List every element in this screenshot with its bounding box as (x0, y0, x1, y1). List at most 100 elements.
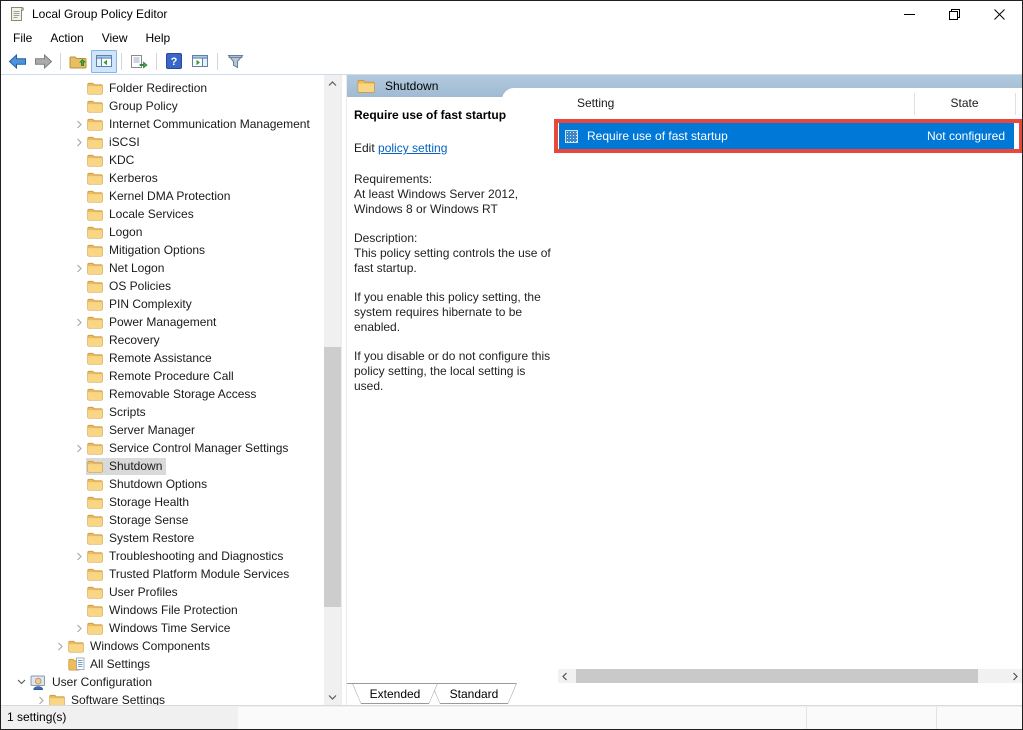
up-one-level-button[interactable] (65, 50, 91, 73)
tree-item-body[interactable]: Group Policy (86, 98, 182, 115)
tree-item-user-configuration[interactable]: User Configuration (1, 673, 324, 691)
tree-item-locale-services[interactable]: Locale Services (1, 205, 324, 223)
tree-item-storage-sense[interactable]: Storage Sense (1, 511, 324, 529)
tree-item-body[interactable]: Shutdown (86, 457, 167, 475)
tree-item-remote-procedure-call[interactable]: Remote Procedure Call (1, 367, 324, 385)
menu-item-help[interactable]: Help (137, 29, 180, 47)
tree-item-body[interactable]: Server Manager (86, 422, 199, 439)
tree-item-net-logon[interactable]: Net Logon (1, 259, 324, 277)
tree-item-kernel-dma-protection[interactable]: Kernel DMA Protection (1, 187, 324, 205)
list-scrollbar-thumb[interactable] (576, 669, 978, 683)
tree-item-body[interactable]: System Restore (86, 530, 198, 547)
tree-item-body[interactable]: iSCSI (86, 134, 144, 151)
tree-item-internet-communication-management[interactable]: Internet Communication Management (1, 115, 324, 133)
tree-item-body[interactable]: Recovery (86, 332, 164, 349)
restore-button[interactable] (932, 1, 977, 27)
tree-item-shutdown-options[interactable]: Shutdown Options (1, 475, 324, 493)
chevron-right-icon[interactable] (52, 637, 67, 655)
tree-item-body[interactable]: Kerberos (86, 170, 162, 187)
chevron-right-icon[interactable] (71, 547, 86, 565)
tree-item-body[interactable]: Windows Components (67, 638, 214, 655)
tree-item-shutdown[interactable]: Shutdown (1, 457, 324, 475)
tree-item-kerberos[interactable]: Kerberos (1, 169, 324, 187)
tree-item-body[interactable]: Storage Health (86, 494, 193, 511)
tree-item-windows-components[interactable]: Windows Components (1, 637, 324, 655)
tree-item-windows-file-protection[interactable]: Windows File Protection (1, 601, 324, 619)
tree-item-mitigation-options[interactable]: Mitigation Options (1, 241, 324, 259)
tree-item-body[interactable]: Trusted Platform Module Services (86, 566, 293, 583)
chevron-down-icon[interactable] (14, 673, 29, 691)
tree-item-remote-assistance[interactable]: Remote Assistance (1, 349, 324, 367)
tree-item-server-manager[interactable]: Server Manager (1, 421, 324, 439)
scroll-left-arrow-icon[interactable] (558, 669, 572, 683)
tree-item-body[interactable]: Troubleshooting and Diagnostics (86, 548, 287, 565)
tree-item-body[interactable]: Service Control Manager Settings (86, 440, 292, 457)
tree-item-body[interactable]: Removable Storage Access (86, 386, 260, 403)
tree-item-folder-redirection[interactable]: Folder Redirection (1, 79, 324, 97)
tree-item-iscsi[interactable]: iSCSI (1, 133, 324, 151)
tree-item-troubleshooting-and-diagnostics[interactable]: Troubleshooting and Diagnostics (1, 547, 324, 565)
column-divider[interactable] (1015, 93, 1016, 115)
chevron-right-icon[interactable] (71, 115, 86, 133)
tree-item-body[interactable]: Folder Redirection (86, 80, 211, 97)
tree-item-body[interactable]: Power Management (86, 314, 220, 331)
tree-item-body[interactable]: Remote Assistance (86, 350, 216, 367)
scroll-down-arrow-icon[interactable] (324, 688, 341, 705)
tree-item-storage-health[interactable]: Storage Health (1, 493, 324, 511)
tree-item-trusted-platform-module-services[interactable]: Trusted Platform Module Services (1, 565, 324, 583)
tree-item-body[interactable]: User Profiles (86, 584, 182, 601)
show-action-pane-button[interactable] (187, 50, 213, 73)
tree-item-body[interactable]: User Configuration (29, 674, 156, 691)
scroll-up-arrow-icon[interactable] (324, 75, 341, 92)
tree-item-body[interactable]: Storage Sense (86, 512, 192, 529)
tree-item-body[interactable]: Software Settings (48, 692, 169, 705)
tree-item-body[interactable]: Mitigation Options (86, 242, 209, 259)
column-header-state[interactable]: State (914, 96, 1015, 118)
tree-item-body[interactable]: Net Logon (86, 260, 168, 277)
export-list-button[interactable] (126, 50, 152, 73)
chevron-right-icon[interactable] (33, 691, 48, 705)
tab-standard[interactable]: Standard (431, 683, 517, 704)
tree-item-body[interactable]: Scripts (86, 404, 150, 421)
tree-item-removable-storage-access[interactable]: Removable Storage Access (1, 385, 324, 403)
tree-item-body[interactable]: Kernel DMA Protection (86, 188, 234, 205)
forward-button[interactable] (30, 50, 56, 73)
tree-item-body[interactable]: Shutdown Options (86, 476, 211, 493)
back-button[interactable] (4, 50, 30, 73)
tree-item-body[interactable]: Logon (86, 224, 146, 241)
tree-item-body[interactable]: Internet Communication Management (86, 116, 314, 133)
tree-item-os-policies[interactable]: OS Policies (1, 277, 324, 295)
tree-scrollbar-thumb[interactable] (324, 347, 341, 607)
tree-item-group-policy[interactable]: Group Policy (1, 97, 324, 115)
tree-item-software-settings[interactable]: Software Settings (1, 691, 324, 705)
minimize-button[interactable] (887, 1, 932, 27)
tree-item-user-profiles[interactable]: User Profiles (1, 583, 324, 601)
menu-item-action[interactable]: Action (41, 29, 92, 47)
show-console-tree-button[interactable] (91, 49, 117, 73)
chevron-right-icon[interactable] (71, 619, 86, 637)
scroll-right-arrow-icon[interactable] (1008, 669, 1022, 683)
tree-item-body[interactable]: KDC (86, 152, 138, 169)
tree-item-body[interactable]: Windows Time Service (86, 620, 234, 637)
tree-item-logon[interactable]: Logon (1, 223, 324, 241)
tree-item-recovery[interactable]: Recovery (1, 331, 324, 349)
tree-item-pin-complexity[interactable]: PIN Complexity (1, 295, 324, 313)
filter-button[interactable] (222, 50, 248, 73)
tree-item-body[interactable]: Locale Services (86, 206, 198, 223)
menu-item-view[interactable]: View (93, 29, 137, 47)
tab-extended[interactable]: Extended (352, 683, 438, 704)
policy-setting-link[interactable]: policy setting (378, 141, 447, 155)
tree-item-body[interactable]: OS Policies (86, 278, 175, 295)
tree-item-service-control-manager-settings[interactable]: Service Control Manager Settings (1, 439, 324, 457)
tree-item-all-settings[interactable]: All Settings (1, 655, 324, 673)
chevron-right-icon[interactable] (71, 313, 86, 331)
help-button[interactable]: ? (161, 50, 187, 73)
tree-item-kdc[interactable]: KDC (1, 151, 324, 169)
tree-vertical-scrollbar[interactable] (324, 75, 341, 705)
tree-item-body[interactable]: All Settings (67, 656, 154, 673)
chevron-right-icon[interactable] (71, 133, 86, 151)
close-button[interactable] (977, 1, 1022, 27)
tree-item-body[interactable]: Remote Procedure Call (86, 368, 238, 385)
tree-item-windows-time-service[interactable]: Windows Time Service (1, 619, 324, 637)
menu-item-file[interactable]: File (4, 29, 41, 47)
